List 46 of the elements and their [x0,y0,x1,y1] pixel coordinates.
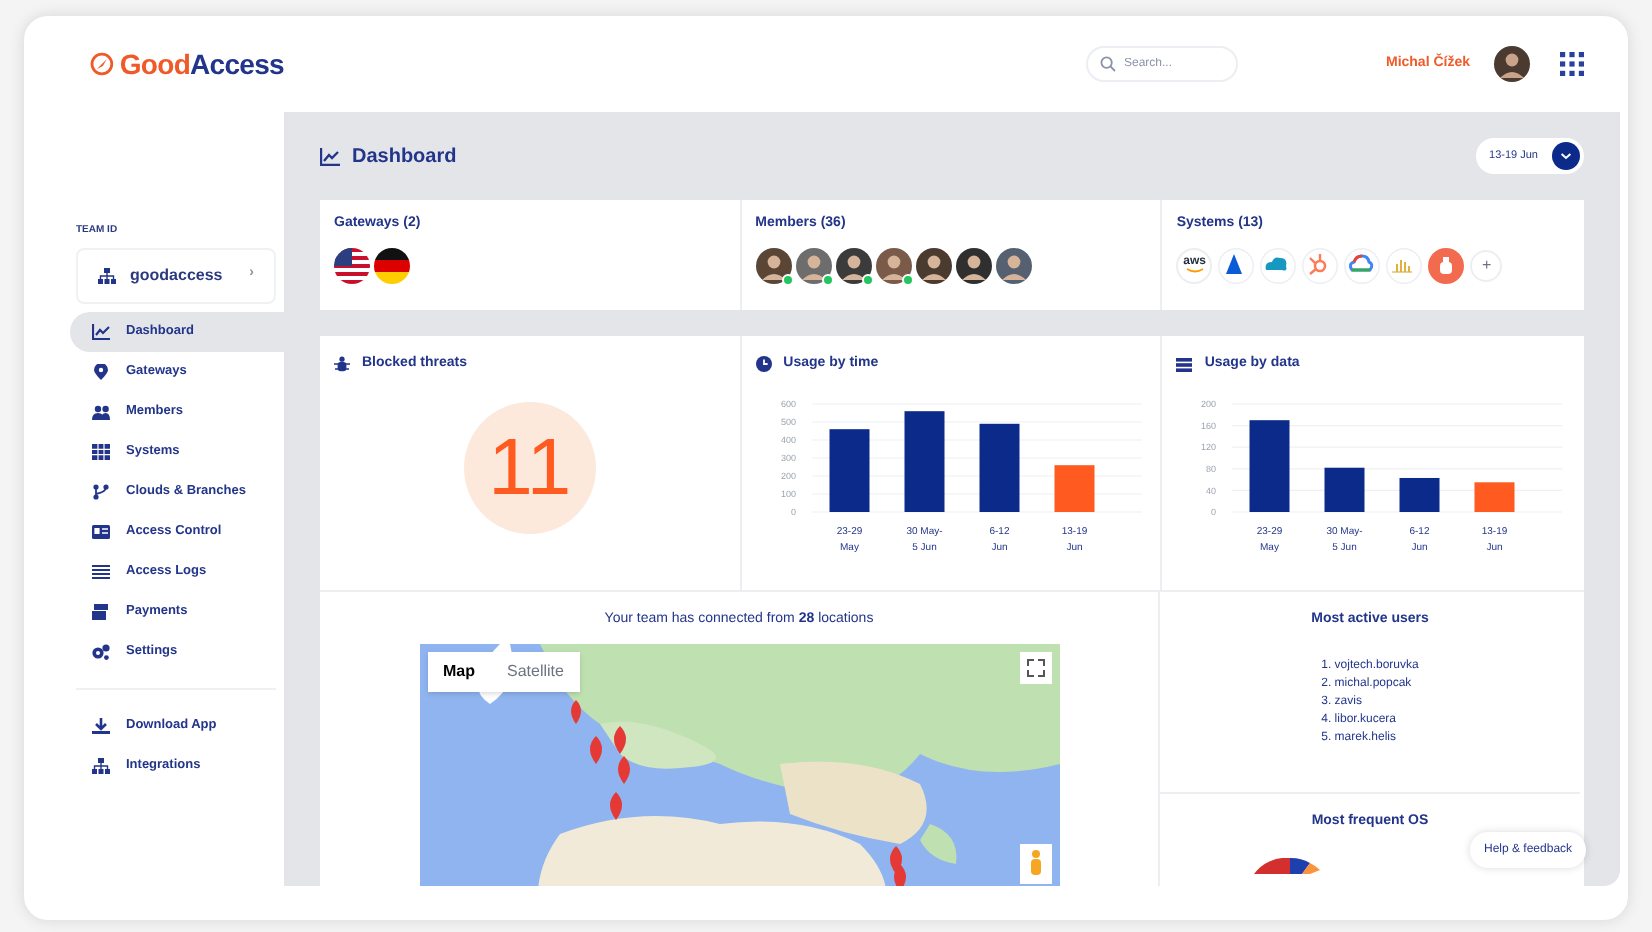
avatar-icon [875,247,912,283]
bar [903,410,944,511]
bar-chart-icon [1386,247,1423,283]
bar [1400,477,1441,511]
chart-line-icon [320,147,340,165]
sprocket-icon [1302,247,1339,283]
money-stack-icon [92,603,110,619]
chart-line-icon [92,323,110,339]
bar [978,422,1019,511]
grid-icon [92,443,110,459]
map-type-tab[interactable]: Satellite [491,651,580,691]
id-card-icon [92,523,110,539]
add-system-button[interactable]: + [1470,249,1503,281]
avatar-icon[interactable] [1494,46,1530,82]
bug-icon [334,356,350,373]
cloud-icon [1344,247,1381,283]
threat-count: 11 [463,402,596,535]
page-title: Dashboard [352,143,457,171]
logo-text: GoodAccess [119,45,284,83]
hierarchy-icon [92,757,110,773]
download-icon [92,717,110,733]
search-icon [1099,56,1116,72]
gears-icon [92,643,110,659]
bar [1475,481,1516,511]
map-type-tab[interactable]: Map [427,651,491,691]
database-icon [1176,357,1193,372]
location-pin-icon [92,363,110,379]
list-icon [92,563,110,579]
bar [1250,419,1291,511]
bottle-icon [1428,247,1465,283]
bar [828,428,869,511]
avatar-icon [835,247,872,283]
people-icon [92,403,110,419]
bar [1053,464,1094,511]
branch-icon [92,483,110,499]
cloud-icon [1260,247,1297,283]
avatar-icon [795,247,832,283]
chevron-down-icon [1552,142,1580,170]
bar [1325,466,1366,511]
clock-icon [755,356,772,373]
logo-icon [90,52,114,76]
hierarchy-icon [98,267,116,283]
germany-flag-icon [374,247,410,283]
us-flag-icon [334,247,370,283]
apps-grid-icon[interactable] [1560,52,1584,76]
avatar-icon [755,247,792,283]
